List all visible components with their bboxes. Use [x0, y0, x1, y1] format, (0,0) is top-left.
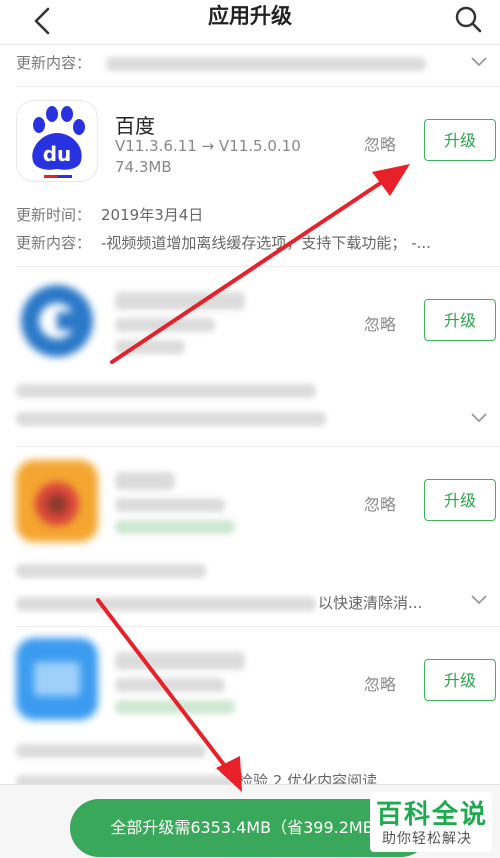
- arrow-to-upgrade-button: [110, 164, 410, 364]
- arrow-to-upgrade-all-button: [96, 598, 242, 792]
- annotation-arrows: [96, 164, 410, 792]
